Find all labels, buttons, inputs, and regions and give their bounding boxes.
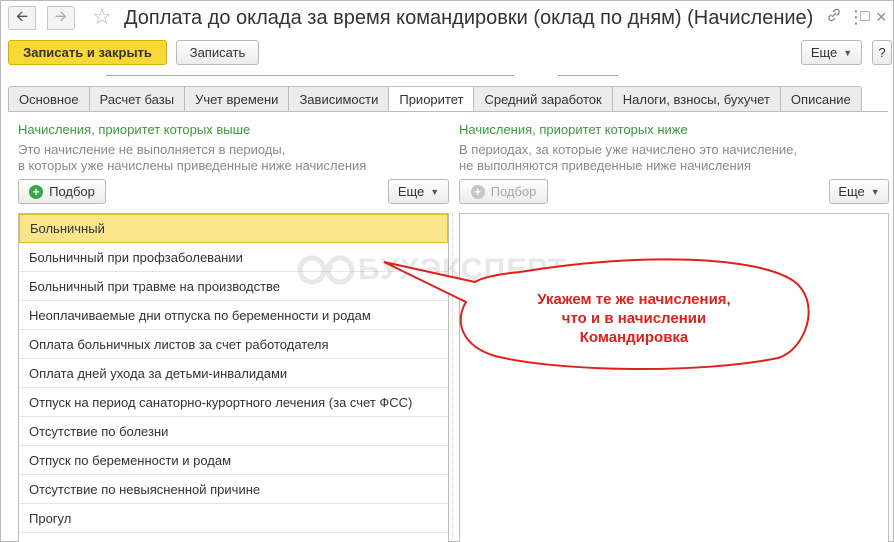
title-bar: 🡨 🡪 ☆ Доплата до оклада за время команди…	[0, 0, 894, 36]
forward-button[interactable]: 🡪	[47, 6, 75, 30]
watermark: БУХЭКСПЕРТ	[296, 253, 567, 287]
chevron-down-icon: ▼	[843, 47, 853, 58]
tab-description[interactable]: Описание	[780, 86, 862, 112]
star-icon[interactable]: ☆	[92, 5, 112, 29]
list-item[interactable]: Отсутствие по невыясненной причине	[19, 475, 448, 504]
description-line: в которых уже начислены приведенные ниже…	[18, 158, 367, 173]
list-item[interactable]: Оплата дней ухода за детьми-инвалидами	[19, 359, 448, 388]
callout-line: Укажем те же начисления,	[537, 291, 731, 308]
back-button[interactable]: 🡨	[8, 6, 36, 30]
pick-button-label: Подбор	[49, 184, 95, 199]
pick-button-label: Подбор	[490, 184, 537, 199]
watermark-text: БУХЭКСПЕРТ	[358, 253, 568, 286]
list-item[interactable]: Неоплачиваемые дни отпуска по беременнос…	[19, 301, 448, 330]
save-and-close-button[interactable]: Записать и закрыть	[8, 40, 167, 65]
lower-priority-title: Начисления, приоритет которых ниже	[459, 122, 688, 137]
tab-time-accounting[interactable]: Учет времени	[185, 86, 290, 112]
more-button-right[interactable]: Еще ▼	[829, 179, 889, 204]
owl-logo-icon	[297, 255, 355, 285]
list-item[interactable]: Отпуск по беременности и родам	[19, 446, 448, 475]
tab-taxes[interactable]: Налоги, взносы, бухучет	[612, 86, 781, 112]
tab-base-calculation[interactable]: Расчет базы	[89, 86, 186, 112]
tab-dependencies[interactable]: Зависимости	[289, 86, 390, 112]
more-button-left[interactable]: Еще ▼	[388, 179, 449, 204]
more-button-label: Еще	[838, 184, 865, 199]
callout-line: Командировка	[579, 329, 689, 346]
help-button[interactable]: ?	[872, 40, 892, 65]
more-button-label: Еще	[810, 45, 838, 60]
plus-icon: +	[470, 184, 485, 199]
chevron-down-icon: ▼	[870, 186, 880, 197]
tab-strip: Основное Расчет базы Учет времени Зависи…	[8, 86, 862, 112]
save-button[interactable]: Записать	[176, 40, 259, 65]
window-title: Доплата до оклада за время командировки …	[124, 7, 814, 29]
pick-button-left[interactable]: + Подбор	[18, 179, 106, 204]
more-button-label: Еще	[397, 184, 425, 199]
description-line: В периодах, за которые уже начислено это…	[459, 142, 797, 157]
pick-button-right[interactable]: + Подбор	[459, 179, 548, 204]
callout-text: Укажем те же начисления, что и в начисле…	[476, 290, 792, 347]
tab-main[interactable]: Основное	[8, 86, 90, 112]
higher-priority-title: Начисления, приоритет которых выше	[18, 122, 251, 137]
list-item[interactable]: Оплата больничных листов за счет работод…	[19, 330, 448, 359]
description-line: Это начисление не выполняется в периоды,	[18, 142, 286, 157]
more-button[interactable]: Еще ▼	[801, 40, 862, 65]
tab-priority[interactable]: Приоритет	[389, 86, 475, 112]
divider	[558, 75, 618, 76]
list-item[interactable]: Отсутствие по болезни	[19, 417, 448, 446]
plus-icon: +	[29, 184, 44, 199]
list-item[interactable]: Больничный	[19, 214, 448, 243]
lower-priority-description: В периодах, за которые уже начислено это…	[459, 142, 797, 174]
list-item[interactable]: Прогул	[19, 504, 448, 533]
link-icon[interactable]	[826, 7, 842, 29]
divider	[106, 75, 514, 76]
maximize-icon[interactable]: □	[860, 7, 870, 27]
chevron-down-icon: ▼	[430, 186, 440, 197]
arrow-left-icon: 🡨	[15, 7, 29, 25]
arrow-right-icon: 🡪	[54, 7, 68, 25]
list-item[interactable]: Отпуск на период санаторно-курортного ле…	[19, 388, 448, 417]
close-icon[interactable]: ×	[876, 7, 887, 27]
description-line: не выполняются приведенные ниже начислен…	[459, 158, 752, 173]
higher-priority-description: Это начисление не выполняется в периоды,…	[18, 142, 366, 174]
tab-average-earnings[interactable]: Средний заработок	[474, 86, 613, 112]
callout-line: что и в начислении	[561, 310, 707, 327]
tab-divider	[8, 111, 888, 112]
